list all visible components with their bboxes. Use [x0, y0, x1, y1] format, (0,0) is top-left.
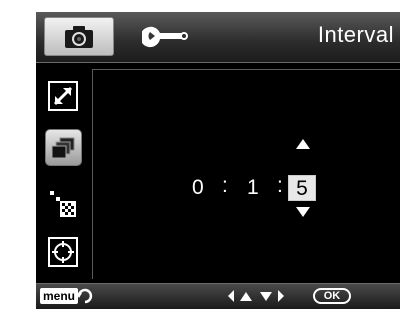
- content-area: [92, 69, 400, 279]
- sidebar-item-timelapse[interactable]: [45, 129, 82, 166]
- increase-arrow-icon[interactable]: [295, 138, 311, 150]
- hours-value[interactable]: 0: [192, 176, 204, 200]
- separator: :: [222, 174, 228, 197]
- device-screen: Interval 0: 1: 5 menu OK: [36, 12, 400, 309]
- sidebar: [36, 63, 90, 284]
- sidebar-item-focus[interactable]: [46, 235, 80, 269]
- separator: :: [277, 174, 283, 197]
- tab-camera[interactable]: [44, 17, 114, 56]
- navigation-arrows-icon: [228, 290, 284, 302]
- sidebar-item-quality[interactable]: [46, 187, 80, 221]
- resize-icon: [48, 81, 78, 111]
- page-title: Interval: [317, 22, 394, 47]
- tab-settings[interactable]: [140, 22, 190, 50]
- bottom-bar: menu OK: [36, 283, 400, 309]
- seconds-value[interactable]: 5: [288, 175, 316, 201]
- ok-button[interactable]: OK: [313, 288, 351, 304]
- back-icon[interactable]: [76, 287, 94, 305]
- top-bar: Interval: [36, 12, 400, 63]
- quality-icon: [50, 191, 76, 217]
- wrench-icon: [140, 26, 188, 48]
- multi-shot-icon: [51, 137, 75, 159]
- focus-icon: [48, 237, 78, 267]
- minutes-value[interactable]: 1: [247, 176, 259, 200]
- sidebar-item-resolution[interactable]: [46, 79, 80, 113]
- menu-button[interactable]: menu: [40, 288, 79, 304]
- camera-icon: [65, 26, 93, 48]
- decrease-arrow-icon[interactable]: [295, 206, 311, 218]
